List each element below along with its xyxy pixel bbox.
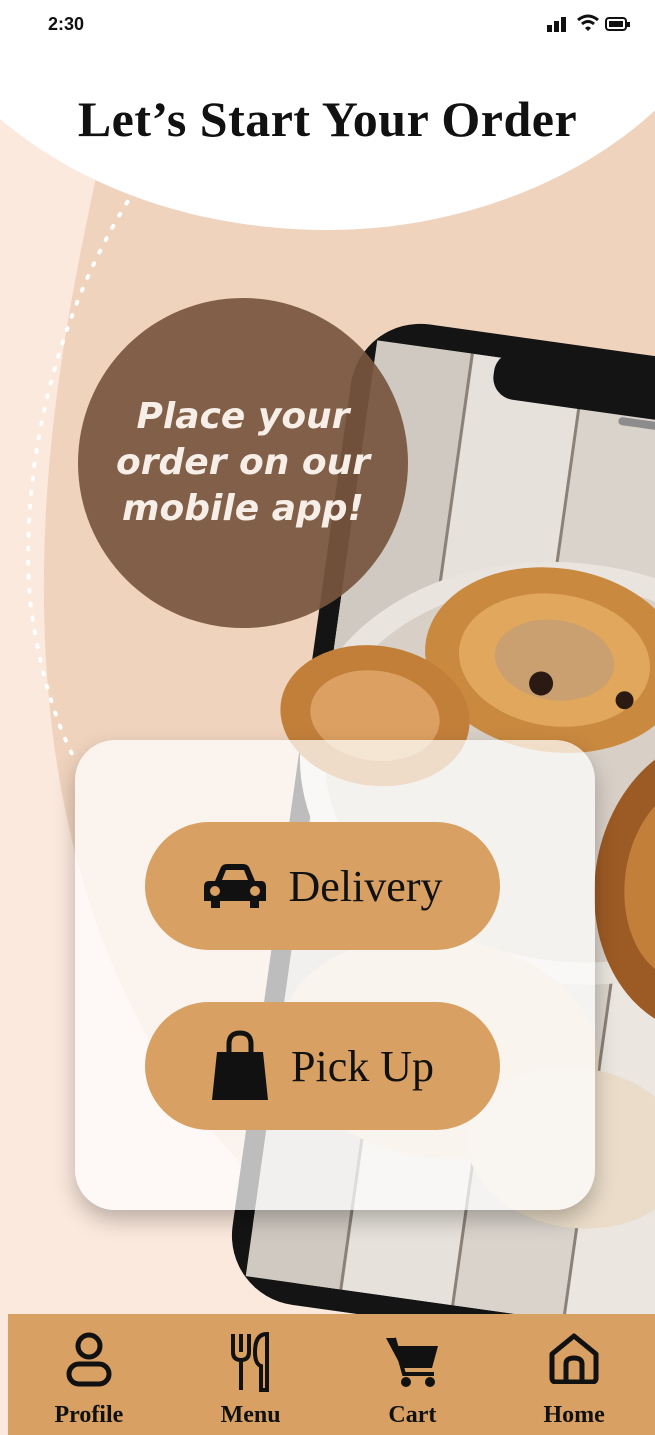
cart-icon xyxy=(386,1337,439,1387)
status-bar: 2:30 xyxy=(0,0,655,50)
fork-knife-icon xyxy=(230,1332,269,1392)
tab-home[interactable]: Home xyxy=(493,1314,655,1435)
pickup-label: Pick Up xyxy=(291,1041,434,1091)
signal-icon xyxy=(547,17,566,32)
screen: 2:30 Let’s Start Your Order Place your o… xyxy=(0,0,655,1435)
pickup-button[interactable]: Pick Up xyxy=(145,1002,500,1130)
shopping-bag-icon xyxy=(212,1030,268,1100)
promo-badge: Place your order on our mobile app! xyxy=(78,298,408,628)
tab-menu-label: Menu xyxy=(220,1402,281,1428)
tab-home-label: Home xyxy=(543,1402,605,1428)
car-icon xyxy=(203,864,266,908)
delivery-button[interactable]: Delivery xyxy=(145,822,500,950)
tab-cart-label: Cart xyxy=(388,1402,437,1428)
battery-icon xyxy=(605,17,630,31)
home-icon xyxy=(549,1333,599,1384)
delivery-label: Delivery xyxy=(288,861,443,911)
tab-cart[interactable]: Cart xyxy=(332,1314,494,1435)
bottom-tab-bar: Profile Menu Cart Home xyxy=(8,1314,655,1435)
promo-text: Place your order on our mobile app! xyxy=(116,396,370,529)
tab-menu[interactable]: Menu xyxy=(170,1314,332,1435)
status-icons xyxy=(547,14,631,32)
background-shapes xyxy=(0,0,655,1352)
status-time: 2:30 xyxy=(48,14,85,34)
order-type-card: Delivery Pick Up xyxy=(75,740,595,1210)
tab-profile[interactable]: Profile xyxy=(8,1314,170,1435)
wifi-icon xyxy=(577,14,599,31)
page-title: Let’s Start Your Order xyxy=(77,91,578,147)
tab-profile-label: Profile xyxy=(54,1402,124,1428)
profile-icon xyxy=(66,1332,112,1387)
